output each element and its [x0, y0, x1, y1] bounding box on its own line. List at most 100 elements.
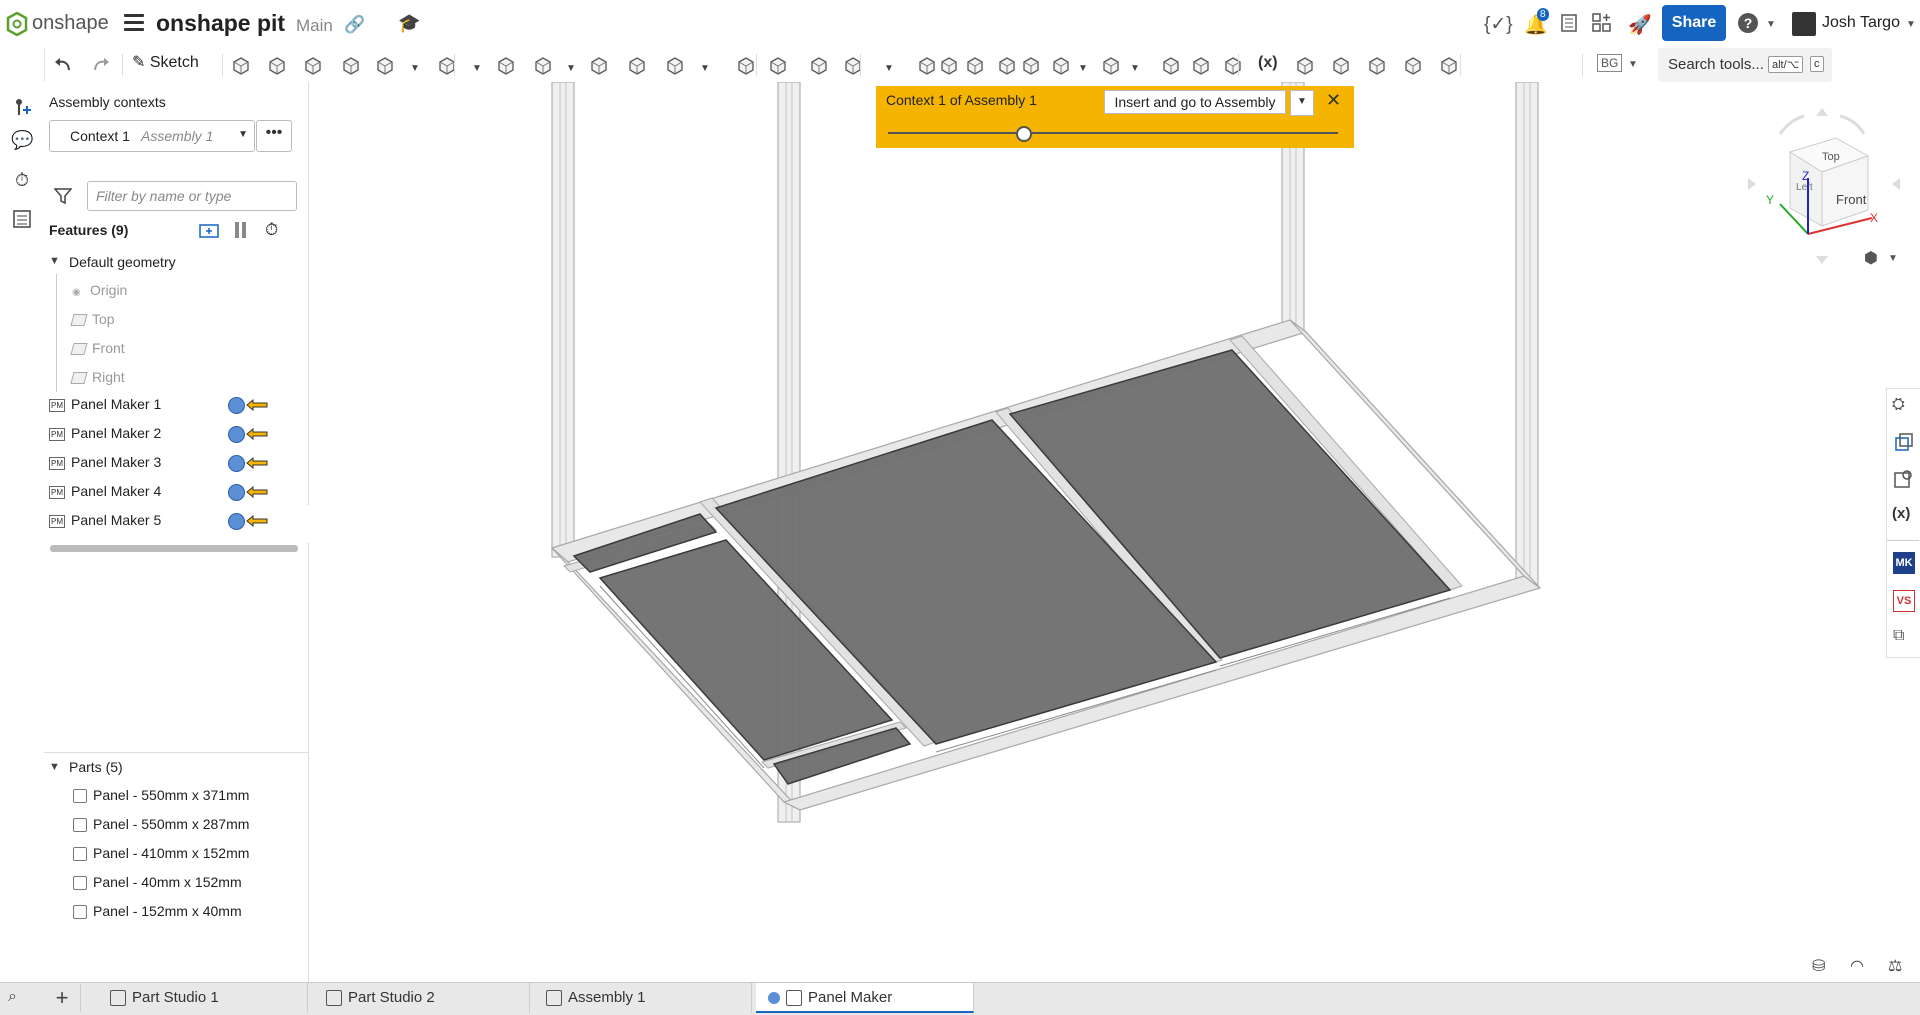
context-icon[interactable] [228, 484, 245, 501]
helix-dropdown-icon[interactable]: ▼ [1078, 54, 1088, 76]
more-options-button[interactable]: ••• [256, 120, 292, 152]
tab-part-studio-2[interactable]: Part Studio 2 [314, 983, 530, 1013]
stopwatch-icon[interactable]: ⏱ [11, 170, 33, 192]
add-folder-icon[interactable] [198, 221, 220, 239]
add-tab-icon[interactable]: + [44, 984, 81, 1012]
hole-dropdown-icon[interactable]: ▼ [700, 54, 710, 76]
delete-part-icon[interactable] [938, 54, 960, 76]
chamfer-icon[interactable] [495, 54, 517, 76]
enclose-icon[interactable] [964, 54, 986, 76]
plane-icon[interactable] [1020, 54, 1042, 76]
context-icon[interactable] [228, 426, 245, 443]
variable-table-icon[interactable]: (x) [1892, 505, 1914, 527]
mass-properties-icon[interactable]: ⚖ [1888, 956, 1902, 976]
feature-panel-maker-5[interactable]: PM Panel Maker 5 [49, 508, 161, 532]
3d-model[interactable] [309, 82, 1891, 982]
view-cube[interactable]: Top Front Left X Y Z [1736, 98, 1906, 270]
rollback-timer-icon[interactable]: ⏱ [265, 220, 278, 240]
sheet-metal-icon[interactable] [1100, 54, 1122, 76]
comment-icon[interactable]: 💬 [11, 130, 33, 152]
undo-icon[interactable] [52, 54, 74, 76]
named-views-icon[interactable] [1892, 468, 1914, 490]
context-slider-handle[interactable] [1016, 126, 1032, 142]
mk-app-icon[interactable]: MK [1893, 552, 1915, 574]
boolean-icon[interactable] [767, 54, 789, 76]
context-slider-track[interactable] [888, 132, 1338, 134]
section-view-icon[interactable] [1892, 432, 1914, 454]
properties-icon[interactable] [11, 208, 33, 230]
onshape-logo-icon[interactable] [6, 12, 28, 36]
bridging-curve-icon[interactable] [1438, 54, 1460, 76]
draft-dropdown-icon[interactable]: ▼ [566, 54, 576, 76]
part-item[interactable]: Panel - 550mm x 371mm [73, 783, 249, 807]
revolve-icon[interactable] [266, 54, 288, 76]
graduation-cap-icon[interactable]: 🎓 [398, 13, 420, 34]
appearance-icon[interactable]: ⛭ [1892, 396, 1914, 418]
part-item[interactable]: Panel - 410mm x 152mm [73, 841, 249, 865]
background-toggle-button[interactable]: BG [1597, 54, 1623, 72]
loft-icon[interactable] [340, 54, 362, 76]
hole-icon[interactable] [664, 54, 686, 76]
extrude-dropdown-icon[interactable]: ▼ [410, 54, 420, 76]
rib-icon[interactable] [588, 54, 610, 76]
feature-panel-maker-2[interactable]: PM Panel Maker 2 [49, 421, 161, 445]
tab-panel-maker[interactable]: Panel Maker [756, 983, 974, 1013]
background-dropdown-icon[interactable]: ▼ [1628, 59, 1638, 70]
logo-text[interactable]: onshape [32, 12, 109, 35]
feature-panel-maker-3[interactable]: PM Panel Maker 3 [49, 450, 161, 474]
view-options-dropdown-icon[interactable]: ▼ [1888, 253, 1898, 264]
link-icon[interactable]: 🔗 [344, 15, 365, 35]
insert-dropdown-button[interactable]: ▼ [1290, 90, 1314, 116]
geometry-item-origin[interactable]: ◉ Origin [72, 278, 127, 302]
mirror-icon[interactable] [735, 54, 757, 76]
variable-icon[interactable]: (x) [1258, 54, 1280, 76]
pattern-icon[interactable] [916, 54, 938, 76]
branch-name[interactable]: Main [296, 16, 333, 36]
panel-divider[interactable] [44, 752, 308, 753]
search-tools-button[interactable]: Search tools... alt/⌥ c [1658, 48, 1832, 82]
filter-icon[interactable] [54, 187, 72, 205]
draft-icon[interactable] [532, 54, 554, 76]
view-options-cube-icon[interactable]: ⬢ [1864, 248, 1878, 268]
measure-icon[interactable]: ◠ [1850, 956, 1864, 976]
user-dropdown-icon[interactable]: ▼ [1906, 19, 1916, 30]
tab-assembly-1[interactable]: Assembly 1 [534, 983, 752, 1013]
mate-connector-icon[interactable] [11, 96, 33, 118]
context-icon[interactable] [228, 397, 245, 414]
explode-icon[interactable] [1294, 54, 1316, 76]
document-name[interactable]: onshape pit [156, 10, 285, 37]
document-list-icon[interactable] [1560, 14, 1578, 32]
tab-part-studio-1[interactable]: Part Studio 1 [98, 983, 308, 1013]
sheet-metal-dropdown-icon[interactable]: ▼ [1130, 54, 1140, 76]
part-item[interactable]: Panel - 40mm x 152mm [73, 870, 242, 894]
geometry-item-front[interactable]: Front [70, 336, 125, 360]
sweep-icon[interactable] [302, 54, 324, 76]
graphics-viewport[interactable] [309, 82, 1891, 982]
exploded-view-icon[interactable]: ⧉ [1893, 627, 1915, 649]
avatar[interactable] [1792, 12, 1816, 36]
feature-panel-maker-1[interactable]: PM Panel Maker 1 [49, 392, 161, 416]
split-icon[interactable] [808, 54, 830, 76]
share-button[interactable]: Share [1662, 5, 1726, 41]
learning-center-icon[interactable]: 🚀 [1628, 13, 1652, 37]
sketch-button[interactable]: ✎ Sketch [132, 52, 199, 78]
code-braces-icon[interactable]: {✓} [1484, 13, 1513, 36]
thicken-icon[interactable] [374, 54, 396, 76]
pause-icon[interactable] [235, 222, 247, 238]
chevron-down-icon[interactable]: ▼ [49, 255, 60, 267]
frame-icon[interactable] [1330, 54, 1352, 76]
helix-icon[interactable] [1050, 54, 1072, 76]
parts-folder[interactable]: Parts (5) [69, 755, 123, 779]
horizontal-scrollbar[interactable] [50, 545, 298, 552]
redo-icon[interactable] [90, 54, 112, 76]
cylinder-icon[interactable] [1160, 54, 1182, 76]
context-icon[interactable] [228, 513, 245, 530]
sheet-metal-flange-icon[interactable] [1402, 54, 1424, 76]
insert-and-go-button[interactable]: Insert and go to Assembly [1104, 90, 1286, 114]
context-dropdown[interactable]: Context 1 Assembly 1 ▼ [49, 120, 255, 152]
geometry-item-top[interactable]: Top [70, 307, 115, 331]
wrap-icon[interactable] [1222, 54, 1244, 76]
help-icon[interactable]: ? [1738, 13, 1758, 33]
menu-icon[interactable] [124, 14, 144, 32]
render-mode-icon[interactable]: ⛁ [1812, 956, 1825, 976]
